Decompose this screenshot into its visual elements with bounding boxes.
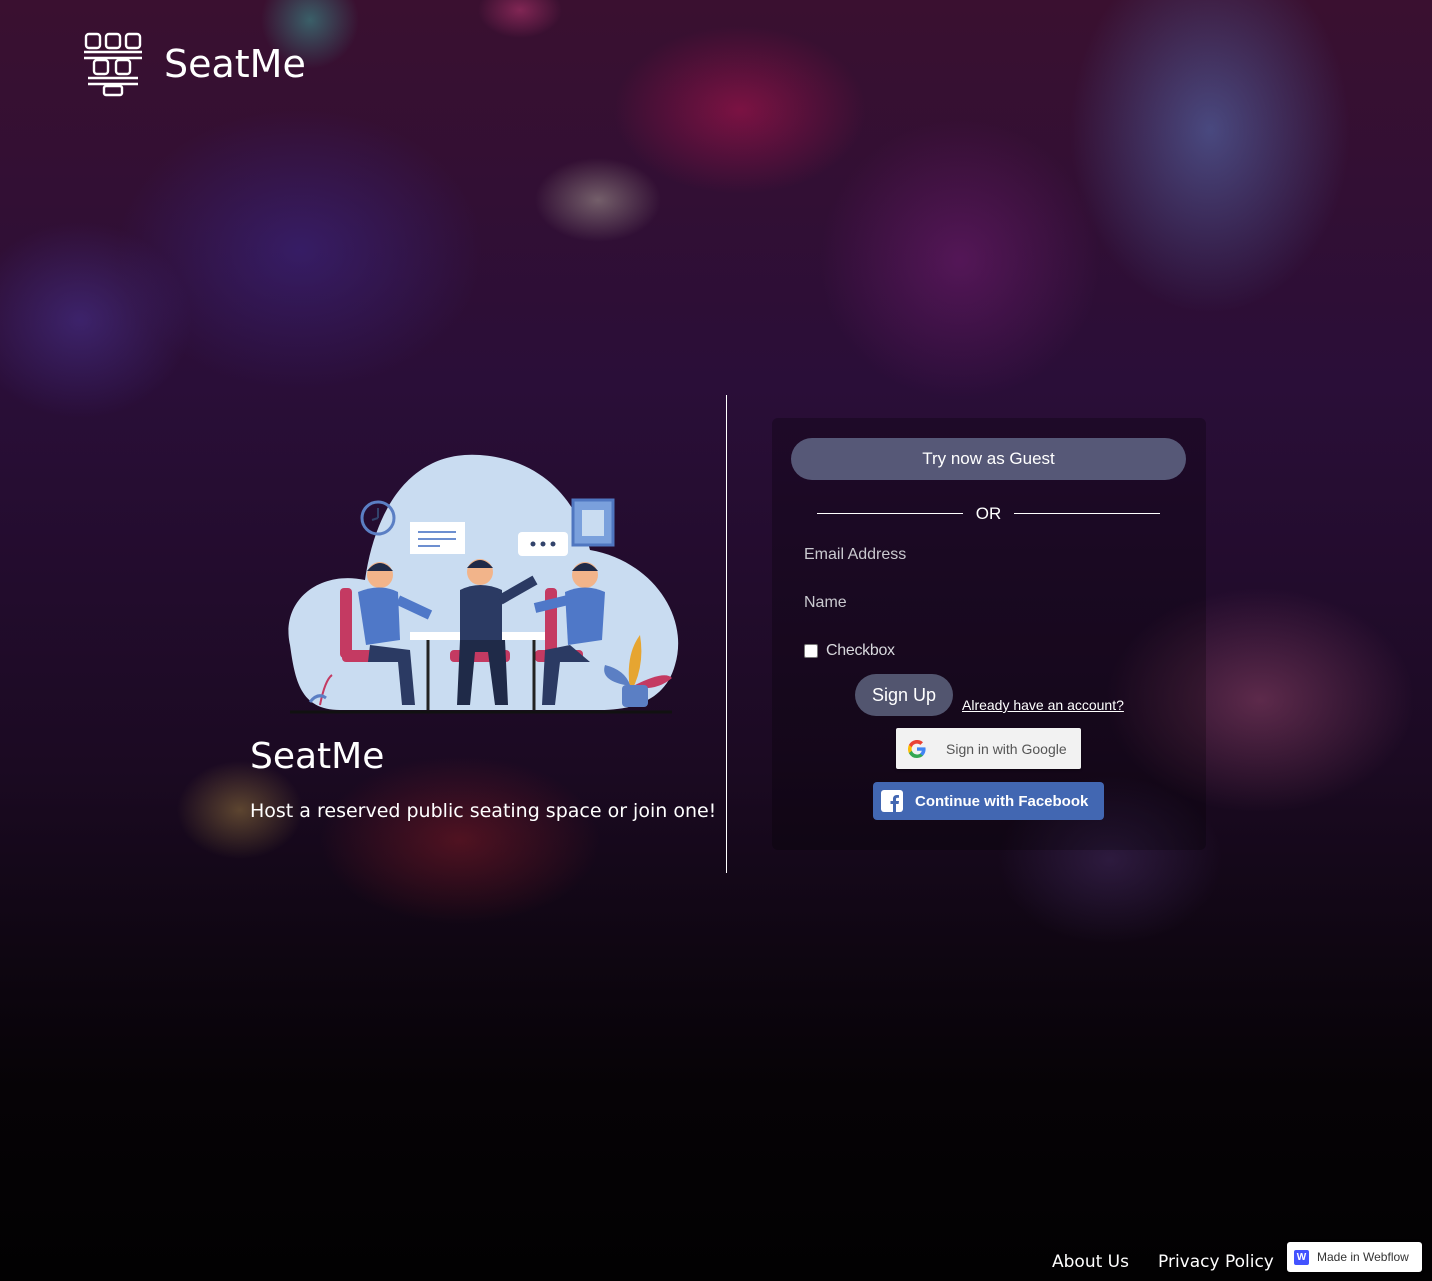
- google-sign-in-button[interactable]: Sign in with Google: [896, 728, 1081, 769]
- name-field[interactable]: [791, 585, 1186, 621]
- or-label: OR: [975, 504, 1002, 523]
- facebook-icon: [881, 790, 903, 812]
- background-bokeh: [0, 0, 1432, 1281]
- or-line-right: [1014, 513, 1160, 514]
- brand-name[interactable]: SeatMe: [164, 42, 306, 86]
- sign-up-button[interactable]: Sign Up: [855, 674, 953, 716]
- try-as-guest-button[interactable]: Try now as Guest: [791, 438, 1186, 480]
- facebook-continue-label: Continue with Facebook: [915, 792, 1089, 810]
- webflow-icon: W: [1294, 1249, 1309, 1265]
- checkbox-label[interactable]: Checkbox: [826, 642, 895, 660]
- facebook-continue-button[interactable]: Continue with Facebook: [873, 782, 1104, 820]
- people-meeting-illustration: [288, 454, 679, 714]
- hero-subtitle: Host a reserved public seating space or …: [250, 800, 717, 822]
- or-separator: OR: [817, 504, 1160, 524]
- already-have-account-link[interactable]: Already have an account?: [962, 697, 1124, 713]
- about-us-link[interactable]: About Us: [1052, 1252, 1129, 1272]
- checkbox[interactable]: [804, 644, 818, 658]
- google-icon: [908, 739, 926, 758]
- made-in-webflow-label: Made in Webflow: [1317, 1250, 1409, 1264]
- hero-title: SeatMe: [250, 736, 385, 777]
- theater-seats-icon[interactable]: [82, 30, 144, 98]
- google-sign-in-label: Sign in with Google: [946, 740, 1067, 757]
- site-header: SeatMe: [82, 30, 306, 98]
- checkbox-row[interactable]: Checkbox: [804, 642, 895, 660]
- signup-card: Try now as Guest OR Checkbox Sign Up Alr…: [772, 418, 1206, 850]
- email-field[interactable]: [791, 537, 1186, 573]
- privacy-policy-link[interactable]: Privacy Policy: [1158, 1252, 1274, 1272]
- vertical-divider: [726, 395, 727, 873]
- made-in-webflow-badge[interactable]: W Made in Webflow: [1287, 1242, 1422, 1272]
